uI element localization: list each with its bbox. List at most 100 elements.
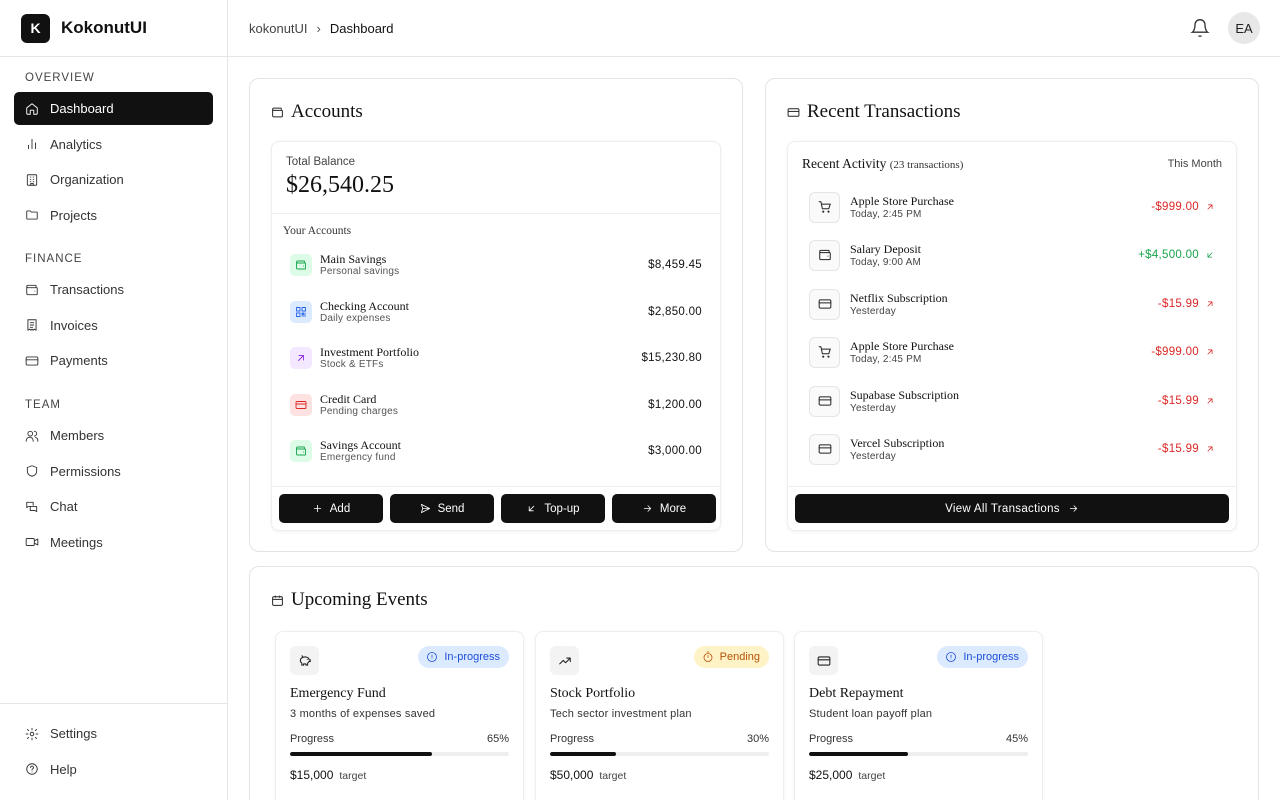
total-balance-value: $26,540.25	[286, 172, 394, 198]
sidebar-item-label: Help	[50, 761, 77, 777]
account-desc: Personal savings	[320, 265, 400, 277]
cart-icon	[818, 201, 831, 213]
transaction-icon	[809, 433, 840, 465]
sidebar-item-dashboard[interactable]: Dashboard	[14, 92, 213, 125]
transaction-amount: +$4,500.00	[1138, 249, 1215, 261]
arrow-down-left-icon	[1207, 252, 1213, 258]
status-badge: In-progress	[937, 646, 1028, 668]
transactions-panel: Recent Activity (23 transactions) This M…	[787, 141, 1237, 531]
amount-text: +$4,500.00	[1138, 249, 1199, 261]
calendar-icon	[272, 595, 283, 606]
sidebar-item-projects[interactable]: Projects	[14, 199, 213, 232]
sidebar-item-meetings[interactable]: Meetings	[14, 526, 213, 559]
section-title: TEAM	[25, 399, 61, 411]
amount-text: -$15.99	[1157, 298, 1199, 310]
account-amount: $2,850.00	[648, 306, 702, 318]
sidebar-item-members[interactable]: Members	[14, 419, 213, 452]
sidebar-item-label: Chat	[50, 499, 78, 514]
account-name: Investment Portfolio	[320, 344, 419, 359]
video-icon	[25, 538, 39, 546]
account-amount: $15,230.80	[641, 352, 702, 364]
transaction-amount: -$15.99	[1158, 443, 1215, 455]
brand[interactable]: K KokonutUI	[0, 0, 227, 57]
status-badge: In-progress	[418, 646, 509, 668]
account-row[interactable]: Main Savings Personal savings $8,459.45	[290, 250, 702, 280]
target-label: target	[858, 770, 886, 782]
account-row[interactable]: Credit Card Pending charges $1,200.00	[290, 390, 702, 420]
transaction-icon	[809, 239, 840, 271]
avatar[interactable]: EA	[1228, 12, 1260, 44]
progress-label: Progress	[290, 733, 335, 745]
arrow-right-icon	[643, 505, 652, 512]
account-row[interactable]: Investment Portfolio Stock & ETFs $15,23…	[290, 343, 702, 373]
credit-card-icon	[818, 299, 831, 309]
nav-section-overview: OVERVIEW Dashboard Analytics Organizatio…	[0, 69, 228, 232]
transaction-time: Yesterday	[850, 402, 896, 414]
total-balance-label: Total Balance	[286, 156, 356, 168]
send-button[interactable]: Send	[390, 494, 494, 523]
event-card[interactable]: In-progress Emergency Fund 3 months of e…	[275, 631, 524, 800]
sidebar-item-label: Analytics	[50, 136, 103, 152]
transaction-row[interactable]: Apple Store Purchase Today, 2:45 PM -$99…	[809, 191, 1215, 223]
piggy-bank-icon	[299, 654, 311, 666]
account-icon	[290, 440, 312, 462]
transactions-card: Recent Transactions Recent Activity (23 …	[765, 78, 1259, 552]
arrow-up-right-icon	[1207, 349, 1213, 355]
transaction-time: Today, 9:00 AM	[850, 256, 921, 268]
gear-icon	[25, 727, 39, 740]
your-accounts-label: Your Accounts	[283, 225, 352, 237]
notifications-button[interactable]	[1190, 18, 1210, 38]
progress-percent: 30%	[746, 733, 769, 745]
transaction-icon	[809, 288, 840, 320]
account-desc: Emergency fund	[320, 451, 396, 463]
view-all-transactions-button[interactable]: View All Transactions	[795, 494, 1229, 523]
building-icon	[26, 173, 38, 186]
sidebar-item-permissions[interactable]: Permissions	[14, 455, 213, 488]
status-text: Pending	[719, 651, 760, 663]
transaction-row[interactable]: Salary Deposit Today, 9:00 AM +$4,500.00	[809, 239, 1215, 271]
target-amount: $15,000	[290, 768, 334, 782]
breadcrumb-root[interactable]: kokonutUI	[249, 21, 308, 36]
event-title: Debt Repayment	[809, 686, 904, 701]
add-button[interactable]: Add	[279, 494, 383, 523]
credit-card-icon	[787, 107, 800, 117]
progress-label: Progress	[809, 733, 854, 745]
transaction-row[interactable]: Netflix Subscription Yesterday -$15.99	[809, 288, 1215, 320]
sidebar-item-invoices[interactable]: Invoices	[14, 309, 213, 342]
send-icon	[420, 503, 430, 514]
sidebar-item-chat[interactable]: Chat	[14, 490, 213, 523]
divider	[272, 486, 720, 487]
button-label: View All Transactions	[945, 502, 1060, 515]
event-icon	[290, 646, 319, 675]
more-button[interactable]: More	[612, 494, 716, 523]
period-filter[interactable]: This Month	[1168, 158, 1222, 170]
event-card[interactable]: Pending Stock Portfolio Tech sector inve…	[535, 631, 784, 800]
credit-card-icon	[817, 655, 830, 666]
event-card[interactable]: In-progress Debt Repayment Student loan …	[794, 631, 1043, 800]
chevron-right-icon: ›	[316, 20, 321, 36]
transaction-name: Vercel Subscription	[850, 435, 945, 450]
top-up-button[interactable]: Top-up	[501, 494, 605, 523]
event-title: Stock Portfolio	[550, 686, 636, 701]
progress-fill	[290, 752, 433, 756]
sidebar-item-settings[interactable]: Settings	[14, 717, 213, 750]
account-row[interactable]: Checking Account Daily expenses $2,850.0…	[290, 297, 702, 327]
sidebar-item-organization[interactable]: Organization	[14, 163, 213, 196]
accounts-card: Accounts Total Balance $26,540.25 Your A…	[249, 78, 743, 552]
account-row[interactable]: Savings Account Emergency fund $3,000.00	[290, 436, 702, 466]
transaction-time: Today, 2:45 PM	[850, 353, 922, 365]
sidebar-item-payments[interactable]: Payments	[14, 344, 213, 377]
sidebar-item-transactions[interactable]: Transactions	[14, 273, 213, 306]
transaction-row[interactable]: Apple Store Purchase Today, 2:45 PM -$99…	[809, 336, 1215, 368]
sidebar-item-label: Permissions	[50, 463, 121, 479]
wallet-icon	[296, 446, 306, 456]
sidebar-item-help[interactable]: Help	[14, 753, 213, 786]
progress-label: Progress	[550, 733, 595, 745]
transaction-row[interactable]: Vercel Subscription Yesterday -$15.99	[809, 433, 1215, 465]
info-icon	[427, 652, 438, 662]
section-title: OVERVIEW	[25, 72, 95, 84]
sidebar-item-analytics[interactable]: Analytics	[14, 128, 213, 161]
arrow-up-right-icon	[1207, 446, 1213, 452]
arrow-up-right-icon	[1207, 204, 1213, 210]
transaction-row[interactable]: Supabase Subscription Yesterday -$15.99	[809, 385, 1215, 417]
